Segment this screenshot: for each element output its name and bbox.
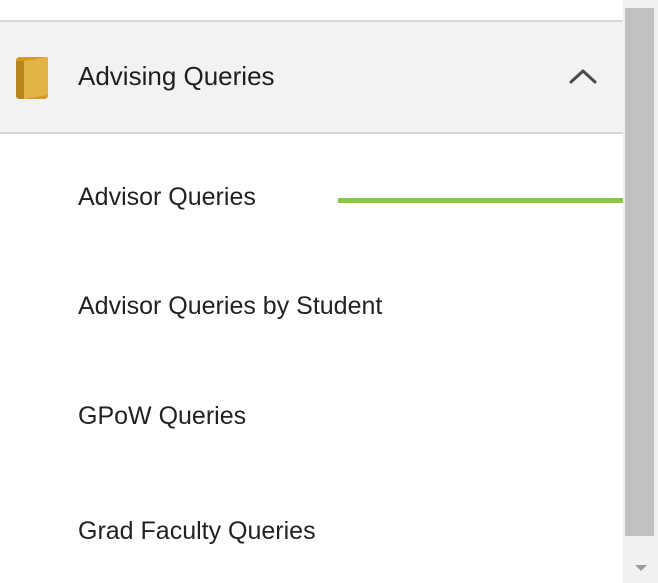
top-divider: [0, 0, 623, 22]
menu-item-advisor-queries-by-student[interactable]: Advisor Queries by Student: [78, 289, 382, 323]
menu-item-grad-faculty-queries[interactable]: Grad Faculty Queries: [78, 514, 316, 548]
menu-item-gpow-queries[interactable]: GPoW Queries: [78, 399, 246, 433]
navigation-panel: Advising Queries Advisor Queries Advisor…: [0, 0, 658, 583]
section-title: Advising Queries: [78, 61, 275, 91]
menu-item-advisor-queries[interactable]: Advisor Queries: [78, 180, 256, 214]
chevron-up-icon: [569, 69, 597, 84]
folder-icon: [14, 55, 54, 101]
scrollbar-thumb[interactable]: [625, 8, 654, 536]
advising-queries-section-header[interactable]: Advising Queries: [0, 22, 623, 134]
collapse-section-button[interactable]: [566, 64, 600, 88]
vertical-scrollbar[interactable]: [623, 0, 658, 583]
scroll-down-arrow-icon[interactable]: [634, 560, 648, 571]
selection-indicator: [338, 198, 658, 203]
